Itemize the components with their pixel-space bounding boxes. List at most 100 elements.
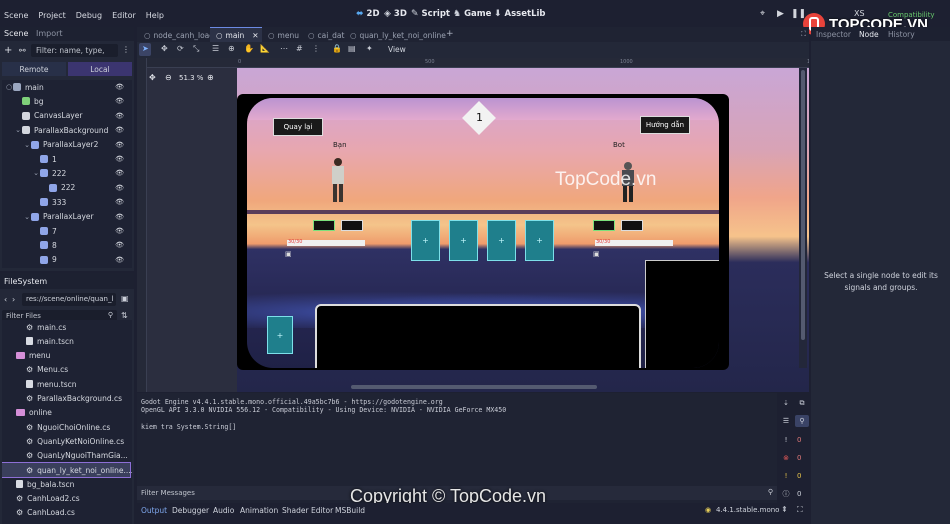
file-item[interactable]: ⚙ CanhLoad2.cs <box>2 492 130 506</box>
bottom-tab-msbuild[interactable]: MSBuild <box>335 506 365 515</box>
expand-icon[interactable]: ⌄ <box>23 141 31 149</box>
deck-card[interactable]: + <box>267 316 293 354</box>
visibility-icon[interactable]: 👁 <box>115 184 124 192</box>
pan-tool-icon[interactable]: ✋ <box>244 44 254 53</box>
tab-inspector[interactable]: Inspector <box>816 30 851 39</box>
select-tool-icon[interactable]: ➤ <box>142 44 149 53</box>
tree-node-canvaslayer[interactable]: CanvasLayer 👁 <box>2 109 130 123</box>
scene-tab-cai-dat[interactable]: ○ cai_dat <box>308 29 344 41</box>
list-tool-icon[interactable]: ☰ <box>212 44 219 53</box>
visibility-icon[interactable]: 👁 <box>115 112 124 120</box>
tree-node-222[interactable]: 222 👁 <box>2 181 130 195</box>
help-button[interactable]: Hướng dẫn <box>640 116 690 134</box>
bottom-tab-animation[interactable]: Animation <box>240 506 278 515</box>
move-tool-icon[interactable]: ✥ <box>161 44 168 53</box>
menu-editor[interactable]: Editor <box>112 11 136 20</box>
scene-tab-main[interactable]: ○ main ✕ <box>216 29 259 41</box>
tree-node-parallaxlayer[interactable]: ⌄ ParallaxLayer 👁 <box>2 210 130 224</box>
expand-icon[interactable]: ⛶ <box>797 505 803 515</box>
tab-node[interactable]: Node <box>859 30 879 39</box>
workspace-game[interactable]: ♞ Game <box>453 9 491 19</box>
scene-filter-input[interactable]: Filter: name, type, <box>31 44 118 57</box>
workspace-script[interactable]: ✎ Script <box>411 9 450 19</box>
back-icon[interactable]: ‹ <box>4 295 7 304</box>
file-item[interactable]: ⚙ CanhLoad.cs <box>2 506 130 520</box>
info-filter-icon[interactable]: ⓘ <box>779 488 793 500</box>
menu-scene[interactable]: Scene <box>4 11 28 20</box>
viewport[interactable]: 0 500 1000 1500 Quay lại Hướng dẫn 1 Bạn… <box>137 58 809 392</box>
file-item[interactable]: ⚙ main.cs <box>2 320 130 334</box>
move-icon[interactable]: ✥ <box>149 73 156 82</box>
bottom-tab-shader-editor[interactable]: Shader Editor <box>282 506 333 515</box>
expand-icon[interactable]: ⌄ <box>23 213 31 221</box>
visibility-icon[interactable]: 👁 <box>115 227 124 235</box>
scene-tab-menu[interactable]: ○ menu <box>268 29 299 41</box>
tab-import[interactable]: Import <box>36 29 63 38</box>
scale-tool-icon[interactable]: ⤡ <box>193 44 199 54</box>
add-tab-icon[interactable]: + <box>446 29 454 39</box>
visibility-icon[interactable]: 👁 <box>115 155 124 163</box>
visibility-icon[interactable]: 👁 <box>115 169 124 177</box>
tree-node-main[interactable]: ○ main 👁 <box>2 80 130 94</box>
visibility-icon[interactable]: 👁 <box>115 97 124 105</box>
visibility-icon[interactable]: 👁 <box>115 83 124 91</box>
remote-tab[interactable]: Remote <box>2 62 66 76</box>
workspace-3d[interactable]: ◈ 3D <box>384 9 407 19</box>
scroll-lock-icon[interactable]: ⇣ <box>779 397 793 409</box>
sort-icon[interactable]: ⇅ <box>121 311 128 320</box>
grid-tool-icon[interactable]: # <box>296 44 303 53</box>
pivot-tool-icon[interactable]: ⊕ <box>228 44 235 53</box>
zoom-in-icon[interactable]: ⊕ <box>207 73 214 82</box>
snap-tool-icon[interactable]: ⋯ <box>280 44 288 53</box>
tree-node-1[interactable]: 1 👁 <box>2 152 130 166</box>
menu-project[interactable]: Project <box>38 11 65 20</box>
visibility-icon[interactable]: 👁 <box>115 256 124 264</box>
visibility-icon[interactable]: 👁 <box>115 126 124 134</box>
clear-icon[interactable]: ☰ <box>779 415 793 427</box>
horizontal-scrollbar[interactable] <box>351 385 597 389</box>
tree-node-parallaxbackground[interactable]: ⌄ ParallaxBackground 👁 <box>2 123 130 137</box>
filesystem-title[interactable]: FileSystem <box>4 277 47 286</box>
scene-tab-node-canh-load[interactable]: ○ node_canh_load <box>144 29 214 41</box>
tree-node-333[interactable]: 333 👁 <box>2 195 130 209</box>
vertical-scrollbar[interactable] <box>801 70 805 340</box>
more-tool-icon[interactable]: ⋮ <box>312 44 320 53</box>
tab-scene[interactable]: Scene <box>4 29 28 38</box>
local-tab[interactable]: Local <box>68 62 132 76</box>
lock-icon[interactable]: 🔒 <box>332 44 342 53</box>
copy-icon[interactable]: ⧉ <box>795 397 809 409</box>
file-item[interactable]: menu.tscn <box>2 377 130 391</box>
visibility-icon[interactable]: 👁 <box>115 213 124 221</box>
visibility-icon[interactable]: 👁 <box>115 198 124 206</box>
card-3[interactable]: + <box>487 220 516 261</box>
tree-node-7[interactable]: 7 👁 <box>2 224 130 238</box>
file-item[interactable]: ⚙ NguoiChoiOnline.cs <box>2 420 130 434</box>
bottom-tab-audio[interactable]: Audio <box>213 506 234 515</box>
filter-toggle-icon[interactable]: ⚲ <box>795 415 809 427</box>
remote-debug-icon[interactable]: ⌖ <box>760 9 765 19</box>
file-item[interactable]: ⚙ QuanLyKetNoiOnline.cs <box>2 434 130 448</box>
file-item[interactable]: online <box>2 406 130 420</box>
tree-node-9[interactable]: 9 👁 <box>2 253 130 267</box>
file-item[interactable]: bg_bala.tscn <box>2 477 130 491</box>
menu-debug[interactable]: Debug <box>76 11 102 20</box>
expand-icon[interactable]: ○ <box>5 83 13 91</box>
expand-icon[interactable]: ⌄ <box>14 126 22 134</box>
split-view-icon[interactable]: ▣ <box>121 294 129 303</box>
zoom-level[interactable]: 51.3 % <box>179 74 203 82</box>
path-input[interactable]: res://scene/online/quan_l <box>22 293 116 306</box>
workspace-2d[interactable]: ⬌ 2D <box>356 9 380 19</box>
ruler-tool-icon[interactable]: 📐 <box>260 44 270 53</box>
link-icon[interactable]: ⚯ <box>19 46 26 55</box>
tree-node-parallaxlayer2[interactable]: ⌄ ParallaxLayer2 👁 <box>2 138 130 152</box>
tree-node-bg[interactable]: bg 👁 <box>2 94 130 108</box>
scene-menu-icon[interactable]: ⋮ <box>122 45 130 54</box>
tab-history[interactable]: History <box>888 30 915 39</box>
workspace-assetlib[interactable]: ⬇ AssetLib <box>494 9 546 19</box>
group-icon[interactable]: ▤ <box>348 44 356 53</box>
file-item[interactable]: ⚙ ParallaxBackground.cs <box>2 392 130 406</box>
play-icon[interactable]: ▶ <box>777 9 784 19</box>
bone-icon[interactable]: ✦ <box>366 44 373 53</box>
card-4[interactable]: + <box>525 220 554 261</box>
file-item[interactable]: menu <box>2 349 130 363</box>
